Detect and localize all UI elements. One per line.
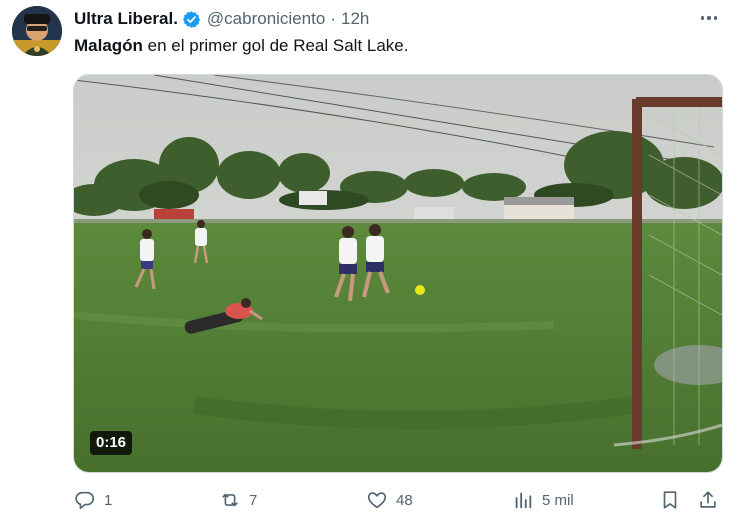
like-icon bbox=[367, 492, 387, 509]
avatar[interactable] bbox=[12, 6, 62, 56]
reply-count: 1 bbox=[104, 491, 113, 509]
tweet-text: Malagón en el primer gol de Real Salt La… bbox=[74, 36, 409, 56]
video-duration: 0:16 bbox=[90, 431, 133, 455]
more-icon[interactable] bbox=[697, 9, 721, 27]
like-button[interactable]: 48 bbox=[366, 486, 413, 514]
tweet-text-bold: Malagón bbox=[74, 36, 143, 55]
repost-count: 7 bbox=[249, 491, 258, 509]
display-name[interactable]: Ultra Liberal. bbox=[74, 9, 178, 29]
separator-dot: · bbox=[330, 9, 336, 28]
bookmark-icon bbox=[663, 491, 677, 509]
tweet-header: Ultra Liberal. @cabroniciento · 12h bbox=[74, 8, 369, 30]
verified-badge-icon bbox=[182, 10, 201, 29]
tweet-text-rest: en el primer gol de Real Salt Lake. bbox=[142, 36, 409, 55]
reply-button[interactable]: 1 bbox=[74, 486, 112, 514]
share-button[interactable] bbox=[697, 486, 719, 514]
share-icon bbox=[700, 491, 716, 508]
repost-button[interactable]: 7 bbox=[219, 486, 257, 514]
repost-icon bbox=[222, 493, 238, 507]
views-count: 5 mil bbox=[542, 491, 574, 509]
tweet-actions: 1 7 48 5 mil bbox=[0, 486, 739, 514]
user-handle[interactable]: @cabroniciento bbox=[207, 9, 325, 29]
video-player[interactable]: 0:16 bbox=[73, 74, 723, 473]
views-icon bbox=[515, 492, 532, 509]
reply-icon bbox=[75, 491, 95, 510]
like-count: 48 bbox=[396, 491, 413, 509]
timestamp[interactable]: 12h bbox=[341, 9, 369, 29]
bookmark-button[interactable] bbox=[659, 486, 681, 514]
video-frame bbox=[74, 75, 722, 472]
views-button[interactable]: 5 mil bbox=[512, 486, 574, 514]
